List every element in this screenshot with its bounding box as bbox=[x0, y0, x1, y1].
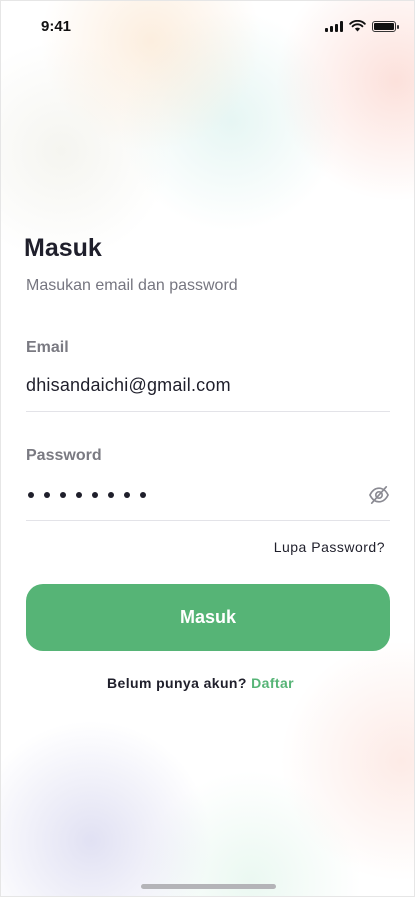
page-subtitle: Masukan email dan password bbox=[26, 277, 238, 294]
password-field[interactable] bbox=[28, 485, 146, 498]
register-prompt: Belum punya akun? bbox=[107, 675, 247, 691]
register-row: Belum punya akun? Daftar bbox=[1, 675, 414, 691]
login-button[interactable]: Masuk bbox=[26, 584, 390, 651]
page-title: Masuk bbox=[24, 234, 102, 262]
battery-icon bbox=[372, 20, 399, 32]
login-screen: 9:41 Masuk Masukan email dan password Em… bbox=[0, 0, 415, 897]
cellular-signal-icon bbox=[325, 20, 343, 32]
email-label: Email bbox=[26, 339, 69, 356]
email-divider bbox=[26, 411, 390, 412]
password-divider bbox=[26, 520, 390, 521]
email-field[interactable] bbox=[26, 375, 356, 396]
status-bar: 9:41 bbox=[1, 1, 414, 45]
forgot-password-link[interactable]: Lupa Password? bbox=[274, 539, 385, 555]
status-icons bbox=[325, 20, 399, 32]
register-link[interactable]: Daftar bbox=[251, 675, 294, 691]
home-indicator bbox=[141, 884, 276, 889]
eye-off-icon[interactable] bbox=[368, 485, 390, 505]
wifi-icon bbox=[349, 20, 366, 32]
status-time: 9:41 bbox=[41, 18, 72, 35]
password-label: Password bbox=[26, 447, 102, 464]
